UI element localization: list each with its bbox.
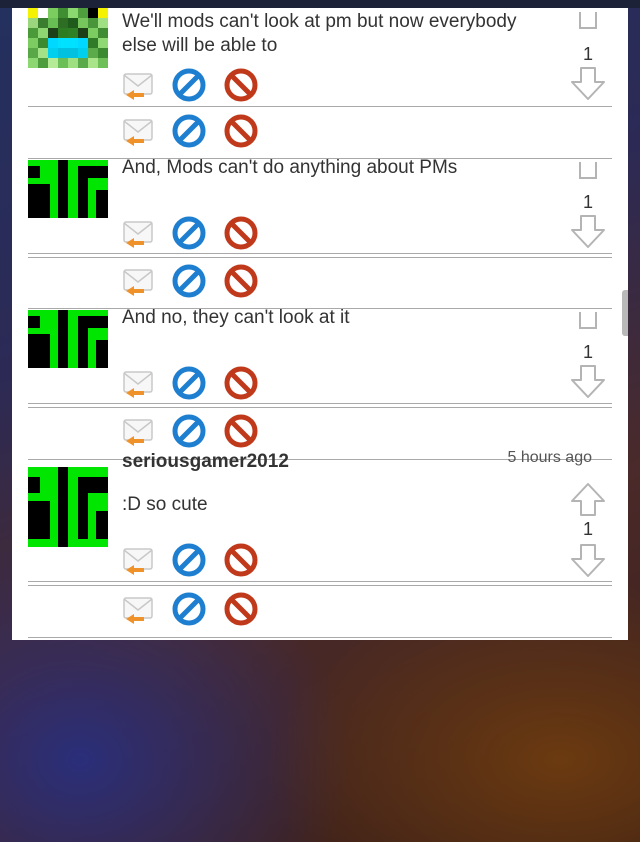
block-icon[interactable] — [224, 264, 258, 298]
comment: And, Mods can't do anything about PMs 1 — [28, 157, 612, 254]
block-icon[interactable] — [224, 592, 258, 626]
comment-text: And no, they can't look at it — [122, 307, 350, 328]
comment-text: And, Mods can't do anything about PMs — [122, 157, 458, 178]
divider — [28, 253, 612, 254]
downvote-arrow-icon[interactable] — [570, 543, 606, 579]
reply-actions — [122, 264, 282, 300]
reply-actions — [122, 414, 282, 450]
divider — [28, 106, 612, 107]
block-icon[interactable] — [224, 216, 258, 250]
divider — [28, 407, 612, 408]
vote-count: 1 — [582, 342, 593, 362]
reply-envelope-icon[interactable] — [122, 414, 156, 448]
vote-count: 1 — [582, 192, 593, 212]
reply-envelope-icon[interactable] — [122, 543, 156, 577]
comment: seriousgamer2012 5 hours ago :D so cute — [28, 449, 612, 585]
scroll-handle[interactable] — [622, 290, 628, 336]
status-bar — [0, 0, 640, 8]
comment: We'll mods can't look at pm but now ever… — [28, 8, 612, 104]
divider — [28, 637, 612, 638]
reply-envelope-icon[interactable] — [122, 216, 156, 250]
sg-logo-avatar[interactable] — [28, 467, 108, 547]
reply-envelope-icon[interactable] — [122, 68, 156, 102]
upvote-arrow-icon[interactable] — [570, 12, 606, 30]
reply-actions — [122, 114, 282, 150]
comment-text: :D so cute — [122, 494, 208, 515]
block-icon[interactable] — [224, 114, 258, 148]
flag-icon[interactable] — [172, 216, 206, 250]
vote-control: 1 — [566, 308, 610, 404]
downvote-arrow-icon[interactable] — [570, 364, 606, 400]
block-icon[interactable] — [224, 366, 258, 400]
reply-envelope-icon[interactable] — [122, 592, 156, 626]
upvote-arrow-icon[interactable] — [570, 481, 606, 517]
reply-envelope-icon[interactable] — [122, 264, 156, 298]
flag-icon[interactable] — [172, 543, 206, 577]
comment-actions — [122, 68, 282, 104]
creeper-avatar[interactable] — [28, 8, 108, 68]
vote-control: 1 — [566, 459, 610, 585]
divider — [28, 581, 612, 582]
divider — [28, 585, 612, 586]
downvote-arrow-icon[interactable] — [570, 66, 606, 102]
block-icon[interactable] — [224, 543, 258, 577]
block-icon[interactable] — [224, 414, 258, 448]
reply-envelope-icon[interactable] — [122, 366, 156, 400]
comment: And no, they can't look at it 1 — [28, 307, 612, 404]
comment-actions — [122, 216, 282, 252]
vote-control: 1 — [566, 158, 610, 254]
flag-icon[interactable] — [172, 264, 206, 298]
sg-logo-avatar[interactable] — [28, 310, 108, 368]
comment-author[interactable]: seriousgamer2012 — [122, 451, 289, 473]
reply-envelope-icon[interactable] — [122, 114, 156, 148]
comments-panel: We'll mods can't look at pm but now ever… — [12, 8, 628, 640]
sg-logo-avatar[interactable] — [28, 160, 108, 218]
downvote-arrow-icon[interactable] — [570, 214, 606, 250]
flag-icon[interactable] — [172, 414, 206, 448]
vote-count: 1 — [582, 44, 593, 64]
comment-actions — [122, 543, 282, 579]
divider — [28, 257, 612, 258]
flag-icon[interactable] — [172, 366, 206, 400]
divider — [28, 403, 612, 404]
comment-text: We'll mods can't look at pm but now ever… — [122, 11, 517, 56]
flag-icon[interactable] — [172, 114, 206, 148]
upvote-arrow-icon[interactable] — [570, 162, 606, 180]
flag-icon[interactable] — [172, 592, 206, 626]
vote-count: 1 — [582, 519, 593, 539]
flag-icon[interactable] — [172, 68, 206, 102]
upvote-arrow-icon[interactable] — [570, 312, 606, 330]
comment-actions — [122, 366, 282, 402]
reply-actions — [122, 592, 282, 628]
block-icon[interactable] — [224, 68, 258, 102]
vote-control: 1 — [566, 8, 610, 104]
